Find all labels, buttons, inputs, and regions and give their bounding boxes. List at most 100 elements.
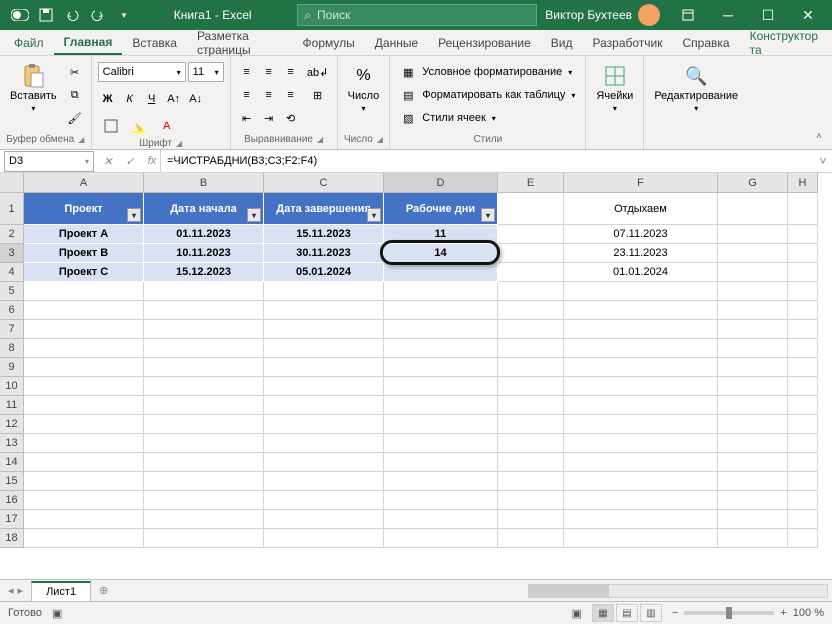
filter-button[interactable]: ▾	[481, 208, 495, 222]
sheet-nav-next[interactable]: ▸	[18, 584, 24, 597]
tab-insert[interactable]: Вставка	[122, 32, 187, 54]
row-header-10[interactable]: 10	[0, 377, 24, 396]
filter-button[interactable]: ▾	[127, 208, 141, 222]
cut-button[interactable]: ✂	[65, 62, 85, 82]
cell-H3[interactable]	[788, 244, 818, 263]
increase-font-button[interactable]: A↑	[164, 89, 184, 109]
cell-G5[interactable]	[718, 282, 788, 301]
cell-B2[interactable]: 01.11.2023	[144, 225, 264, 244]
row-header-1[interactable]: 1	[0, 193, 24, 225]
column-header-B[interactable]: B	[144, 173, 264, 193]
cell-H12[interactable]	[788, 415, 818, 434]
cell-F11[interactable]	[564, 396, 718, 415]
cell-D14[interactable]	[384, 453, 498, 472]
cell-D9[interactable]	[384, 358, 498, 377]
cell-D15[interactable]	[384, 472, 498, 491]
cell-G14[interactable]	[718, 453, 788, 472]
cell-E9[interactable]	[498, 358, 564, 377]
cell-B7[interactable]	[144, 320, 264, 339]
cell-A8[interactable]	[24, 339, 144, 358]
column-header-A[interactable]: A	[24, 173, 144, 193]
cell-E8[interactable]	[498, 339, 564, 358]
cell-C9[interactable]	[264, 358, 384, 377]
hscroll-thumb[interactable]	[529, 585, 609, 597]
column-header-D[interactable]: D	[384, 173, 498, 193]
cell-C8[interactable]	[264, 339, 384, 358]
cell-B13[interactable]	[144, 434, 264, 453]
cell-F5[interactable]	[564, 282, 718, 301]
zoom-level[interactable]: 100 %	[793, 607, 824, 619]
align-center-button[interactable]: ≡	[259, 85, 279, 105]
cell-D4[interactable]	[384, 263, 498, 282]
view-normal-button[interactable]: ▦	[592, 604, 614, 622]
cell-G18[interactable]	[718, 529, 788, 548]
cell-E12[interactable]	[498, 415, 564, 434]
align-middle-button[interactable]: ≡	[259, 62, 279, 82]
cells-button[interactable]: Ячейки ▾	[592, 62, 637, 115]
cell-A7[interactable]	[24, 320, 144, 339]
cell-H16[interactable]	[788, 491, 818, 510]
cell-C5[interactable]	[264, 282, 384, 301]
cell-F13[interactable]	[564, 434, 718, 453]
number-dialog-launcher[interactable]: ◢	[377, 135, 383, 144]
row-header-6[interactable]: 6	[0, 301, 24, 320]
column-header-H[interactable]: H	[788, 173, 818, 193]
cell-H10[interactable]	[788, 377, 818, 396]
font-dialog-launcher[interactable]: ◢	[176, 139, 182, 148]
cell-E6[interactable]	[498, 301, 564, 320]
tab-review[interactable]: Рецензирование	[428, 32, 541, 54]
number-format-button[interactable]: % Число ▾	[344, 62, 384, 115]
cell-F12[interactable]	[564, 415, 718, 434]
align-right-button[interactable]: ≡	[281, 85, 301, 105]
redo-button[interactable]	[86, 3, 110, 27]
cell-H5[interactable]	[788, 282, 818, 301]
cell-C3[interactable]: 30.11.2023	[264, 244, 384, 263]
cell-B16[interactable]	[144, 491, 264, 510]
cell-A4[interactable]: Проект C	[24, 263, 144, 282]
cell-H4[interactable]	[788, 263, 818, 282]
row-header-17[interactable]: 17	[0, 510, 24, 529]
cell-B18[interactable]	[144, 529, 264, 548]
cell-A15[interactable]	[24, 472, 144, 491]
row-header-14[interactable]: 14	[0, 453, 24, 472]
cell-A1[interactable]: Проект▾	[24, 193, 144, 225]
cell-B3[interactable]: 10.11.2023	[144, 244, 264, 263]
cell-C17[interactable]	[264, 510, 384, 529]
sheet-nav-prev[interactable]: ◂	[8, 584, 14, 597]
cell-B4[interactable]: 15.12.2023	[144, 263, 264, 282]
add-sheet-button[interactable]: ⊕	[91, 584, 116, 597]
tab-help[interactable]: Справка	[673, 32, 740, 54]
cell-G2[interactable]	[718, 225, 788, 244]
cell-B5[interactable]	[144, 282, 264, 301]
copy-button[interactable]: ⧉	[65, 85, 85, 105]
cell-G8[interactable]	[718, 339, 788, 358]
cell-A9[interactable]	[24, 358, 144, 377]
cell-F18[interactable]	[564, 529, 718, 548]
font-size-combo[interactable]: 11▾	[188, 62, 224, 82]
zoom-thumb[interactable]	[726, 607, 732, 619]
qat-customize-icon[interactable]: ▾	[112, 3, 136, 27]
cell-C18[interactable]	[264, 529, 384, 548]
cell-B17[interactable]	[144, 510, 264, 529]
row-header-8[interactable]: 8	[0, 339, 24, 358]
cell-F15[interactable]	[564, 472, 718, 491]
cell-F1[interactable]: Отдыхаем	[564, 193, 718, 225]
cell-G10[interactable]	[718, 377, 788, 396]
cell-H1[interactable]	[788, 193, 818, 225]
row-header-4[interactable]: 4	[0, 263, 24, 282]
tab-file[interactable]: Файл	[4, 32, 54, 54]
decrease-font-button[interactable]: A↓	[186, 89, 206, 109]
cell-H6[interactable]	[788, 301, 818, 320]
cell-F14[interactable]	[564, 453, 718, 472]
row-header-3[interactable]: 3	[0, 244, 24, 263]
font-color-button[interactable]: A	[154, 116, 180, 136]
cell-D3[interactable]: 14	[384, 244, 498, 263]
tab-data[interactable]: Данные	[365, 32, 428, 54]
cell-D17[interactable]	[384, 510, 498, 529]
cell-G9[interactable]	[718, 358, 788, 377]
macro-record-icon[interactable]: ▣	[52, 607, 62, 620]
cell-D6[interactable]	[384, 301, 498, 320]
borders-button[interactable]	[98, 116, 124, 136]
cell-C10[interactable]	[264, 377, 384, 396]
cell-H8[interactable]	[788, 339, 818, 358]
